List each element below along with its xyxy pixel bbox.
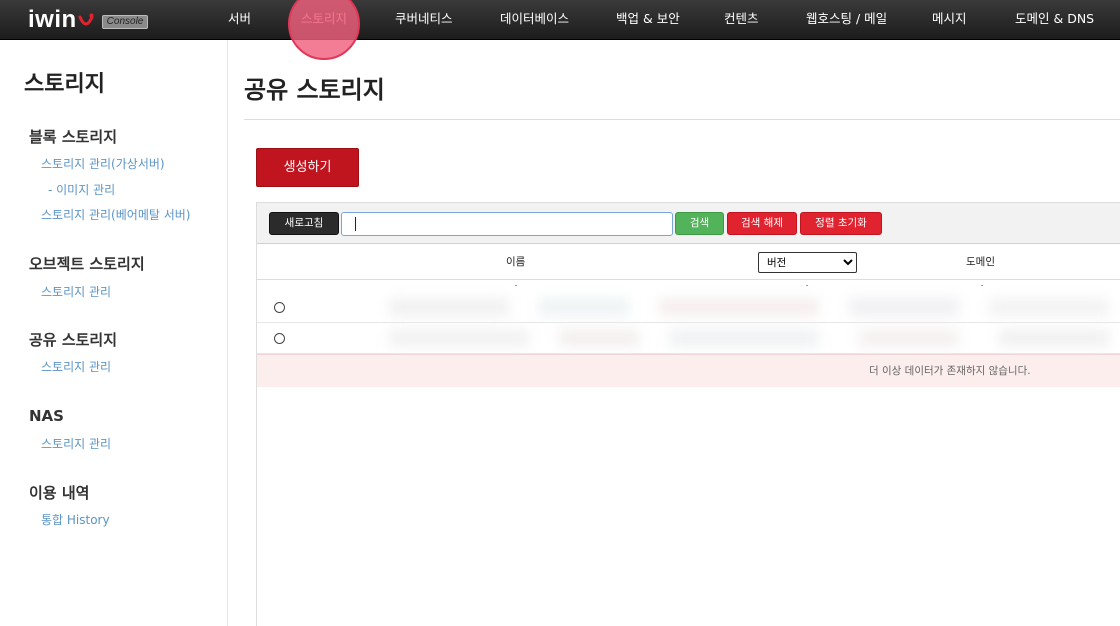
nav-item-storage[interactable]: 스토리지 (301, 0, 347, 40)
search-button[interactable]: 검색 (675, 212, 724, 235)
table-header: 이름 버전 도메인 (257, 244, 1120, 280)
row-select-radio[interactable] (274, 333, 285, 344)
create-button[interactable]: 생성하기 (256, 148, 359, 187)
redacted-row-content (389, 323, 1120, 353)
column-header-domain[interactable]: 도메인 (966, 244, 995, 280)
sidebar-link-object-storage-management[interactable]: 스토리지 관리 (41, 283, 111, 300)
column-divider-mark (515, 285, 517, 286)
sidebar-link-storage-baremetal[interactable]: 스토리지 관리(베어메탈 서버) (41, 206, 190, 223)
sidebar-heading-block-storage: 블록 스토리지 (29, 128, 118, 146)
brand-logo[interactable]: iwin Console (28, 6, 149, 34)
nav-item-webhosting-mail[interactable]: 웹호스팅 / 메일 (806, 0, 887, 40)
sidebar-heading-shared-storage: 공유 스토리지 (29, 331, 118, 349)
top-nav-bar: iwin Console 서버 스토리지 쿠버네티스 데이터베이스 백업 & 보… (0, 0, 1120, 40)
sidebar: 스토리지 블록 스토리지 스토리지 관리(가상서버) - 이미지 관리 스토리지… (0, 40, 228, 626)
nav-item-message[interactable]: 메시지 (932, 0, 967, 40)
nav-item-domain-dns[interactable]: 도메인 & DNS (1015, 0, 1094, 40)
no-more-data-row: 더 이상 데이터가 존재하지 않습니다. (257, 354, 1120, 387)
sidebar-title: 스토리지 (24, 72, 105, 97)
column-divider-mark (806, 285, 808, 286)
search-input[interactable] (341, 212, 673, 236)
logo-text: iwin (28, 6, 77, 33)
nav-item-kubernetes[interactable]: 쿠버네티스 (395, 0, 453, 40)
sidebar-heading-usage-history: 이용 내역 (29, 484, 90, 502)
version-filter-select[interactable]: 버전 (758, 252, 857, 273)
storage-list-panel: 새로고침 검색 검색 해제 정렬 초기화 이름 버전 도메인 더 이상 데이터가… (256, 202, 1120, 626)
row-select-radio[interactable] (274, 302, 285, 313)
sidebar-link-integrated-history[interactable]: 통합 History (41, 511, 110, 528)
nav-item-server[interactable]: 서버 (228, 0, 251, 40)
smile-logo-icon (78, 13, 94, 26)
redacted-row-content (389, 292, 1120, 322)
sidebar-heading-object-storage: 오브젝트 스토리지 (29, 255, 145, 273)
title-divider (244, 119, 1120, 120)
page-title: 공유 스토리지 (244, 76, 385, 104)
sidebar-link-shared-storage-management[interactable]: 스토리지 관리 (41, 358, 111, 375)
refresh-button[interactable]: 새로고침 (269, 212, 339, 235)
table-row[interactable] (257, 323, 1120, 354)
nav-item-contents[interactable]: 컨텐츠 (724, 0, 759, 40)
column-header-name[interactable]: 이름 (506, 244, 525, 280)
no-more-data-message: 더 이상 데이터가 존재하지 않습니다. (869, 365, 1031, 377)
list-toolbar: 새로고침 검색 검색 해제 정렬 초기화 (257, 203, 1120, 244)
column-divider-mark (981, 285, 983, 286)
sidebar-link-image-management[interactable]: - 이미지 관리 (48, 181, 115, 198)
nav-item-backup-security[interactable]: 백업 & 보안 (616, 0, 680, 40)
sidebar-heading-nas: NAS (29, 407, 64, 425)
nav-item-database[interactable]: 데이터베이스 (500, 0, 569, 40)
sidebar-link-nas-management[interactable]: 스토리지 관리 (41, 435, 111, 452)
clear-search-button[interactable]: 검색 해제 (727, 212, 797, 235)
text-cursor (355, 217, 356, 231)
console-badge: Console (101, 15, 149, 29)
reset-sort-button[interactable]: 정렬 초기화 (800, 212, 882, 235)
sidebar-link-storage-vm[interactable]: 스토리지 관리(가상서버) (41, 155, 165, 172)
table-row[interactable] (257, 292, 1120, 323)
